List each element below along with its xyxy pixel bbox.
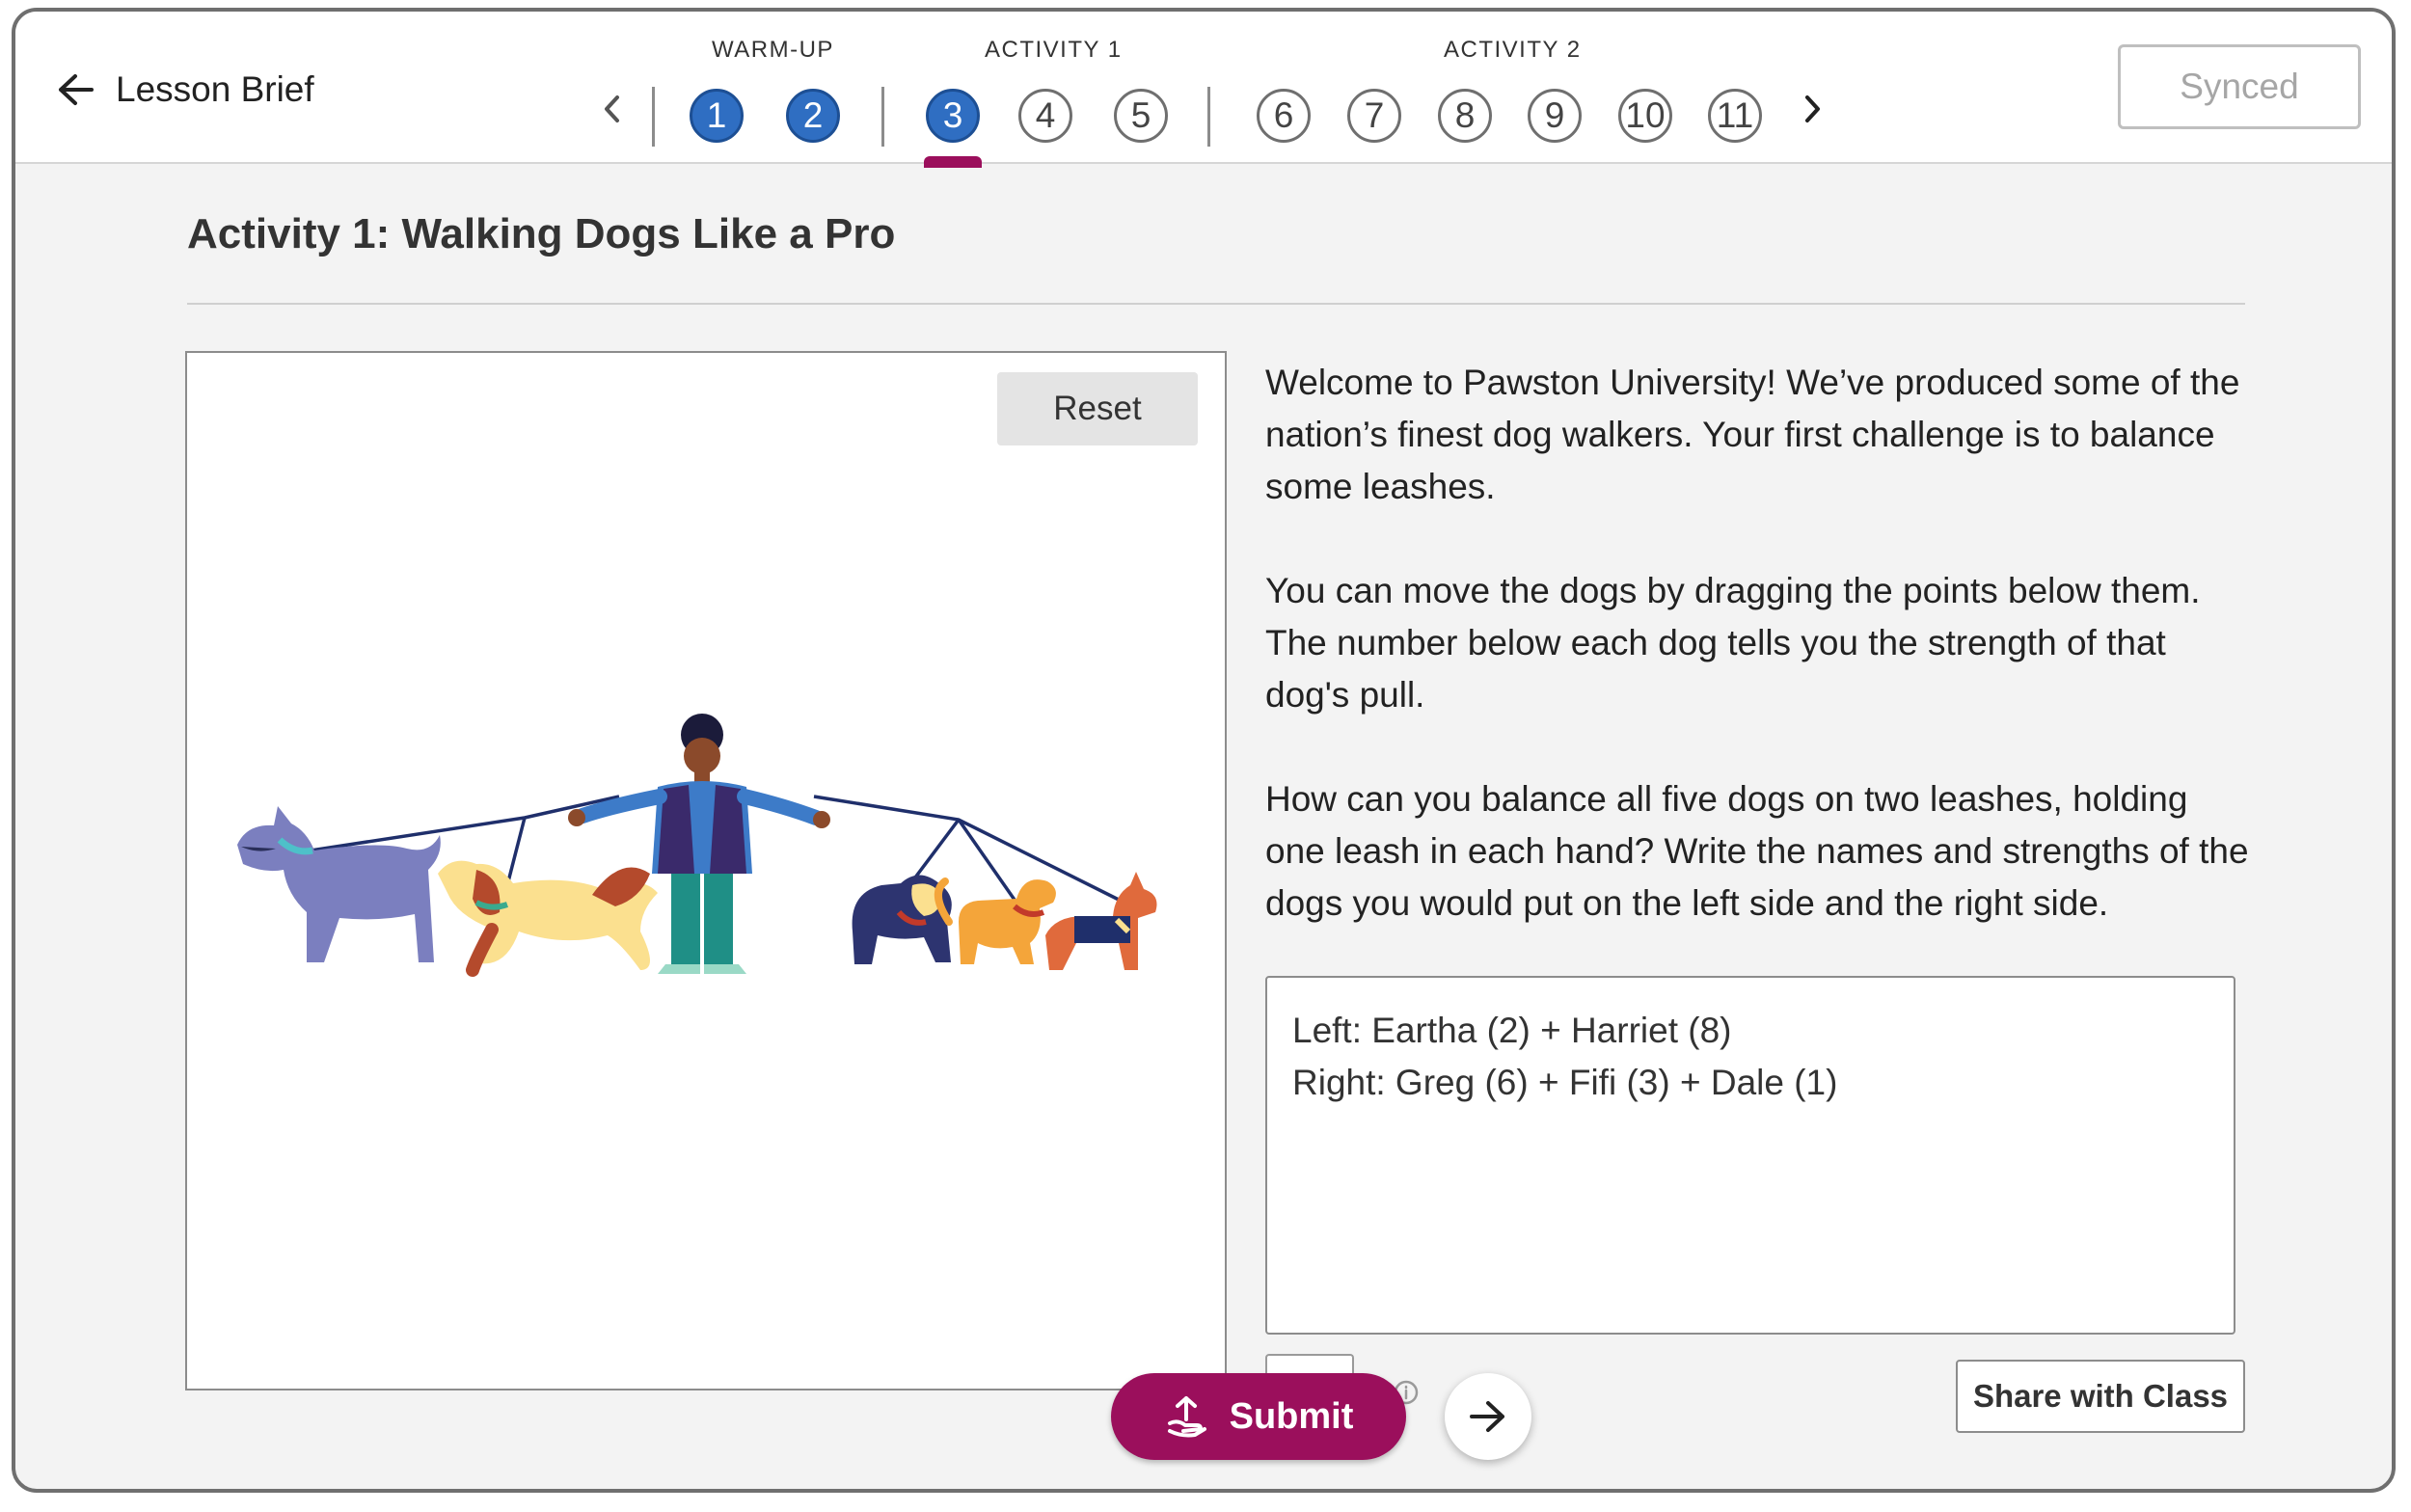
lesson-brief-back-link[interactable]: Lesson Brief [56,69,314,110]
nav-divider [1207,87,1210,147]
step-11[interactable]: 11 [1708,89,1762,143]
instruction-paragraph: How can you balance all five dogs on two… [1265,779,2249,923]
active-step-indicator [924,156,982,168]
step-1[interactable]: 1 [690,89,744,143]
interactive-canvas[interactable]: Reset [185,351,1227,1390]
step-4[interactable]: 4 [1018,89,1072,143]
reset-button[interactable]: Reset [997,372,1198,446]
instruction-paragraph: Welcome to Pawston University! We’ve pro… [1265,363,2240,506]
nav-divider [652,87,655,147]
next-button[interactable] [1445,1373,1531,1460]
submit-label: Submit [1229,1395,1354,1437]
chevron-right-icon[interactable] [1801,94,1823,124]
group-label-activity-1: ACTIVITY 1 [985,37,1123,63]
dog-golden [935,878,1056,964]
upload-icon [1167,1396,1206,1438]
page-title: Activity 1: Walking Dogs Like a Pro [187,210,896,257]
share-with-class-button[interactable]: Share with Class [1956,1360,2245,1433]
step-10[interactable]: 10 [1618,89,1672,143]
answer-textarea[interactable]: Left: Eartha (2) + Harriet (8) Right: Gr… [1265,976,2235,1335]
instruction-paragraph: You can move the dogs by dragging the po… [1265,571,2201,715]
step-3[interactable]: 3 [926,89,980,143]
back-arrow-icon [59,74,94,105]
synced-button[interactable]: Synced [2118,44,2361,129]
step-2[interactable]: 2 [786,89,840,143]
step-7[interactable]: 7 [1347,89,1401,143]
submit-button[interactable]: Submit [1111,1373,1406,1460]
nav-divider [881,87,884,147]
answer-line-right: Right: Greg (6) + Fifi (3) + Dale (1) [1292,1063,1838,1102]
answer-line-left: Left: Eartha (2) + Harriet (8) [1292,1011,1732,1050]
step-9[interactable]: 9 [1528,89,1582,143]
dog-walker-illustration[interactable] [187,353,1225,1389]
step-6[interactable]: 6 [1257,89,1311,143]
group-label-activity-2: ACTIVITY 2 [1444,37,1582,63]
back-link-label: Lesson Brief [116,69,314,109]
app-window: Lesson Brief WARM-UP ACTIVITY 1 ACTIVITY… [12,8,2396,1493]
dog-husky [237,806,441,962]
dog-doberman [1045,872,1157,970]
top-nav: Lesson Brief WARM-UP ACTIVITY 1 ACTIVITY… [15,12,2392,168]
title-divider [187,303,2245,305]
next-arrow-icon [1470,1401,1504,1432]
group-label-warmup: WARM-UP [712,37,834,63]
instructions: Welcome to Pawston University! We’ve pro… [1265,357,2249,982]
dog-spaniel [438,860,658,977]
chevron-left-icon[interactable] [602,94,623,124]
step-8[interactable]: 8 [1438,89,1492,143]
step-5[interactable]: 5 [1114,89,1168,143]
